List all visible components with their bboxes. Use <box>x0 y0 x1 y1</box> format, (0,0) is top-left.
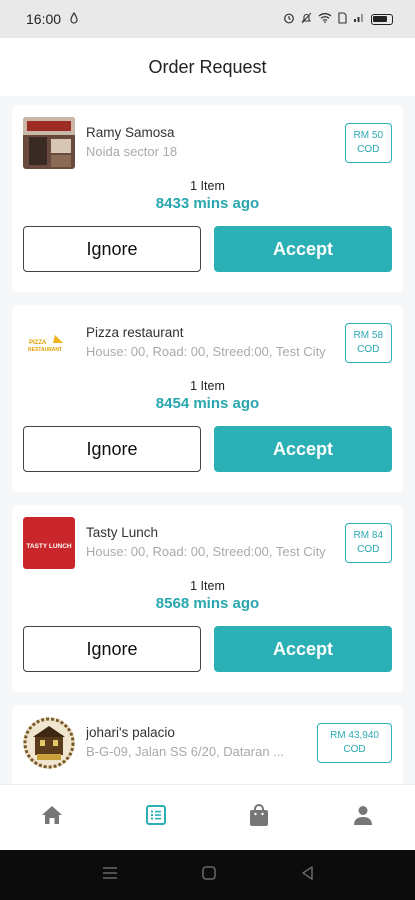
profile-icon <box>352 804 374 831</box>
ignore-button[interactable]: Ignore <box>23 426 201 472</box>
payment-method: COD <box>357 544 380 555</box>
home-button-icon[interactable] <box>201 865 217 886</box>
restaurant-address: House: 00, Road: 00, Streed:00, Test Cit… <box>86 544 326 559</box>
page-title: Order Request <box>148 56 267 77</box>
price-amount: RM 84 <box>353 530 383 541</box>
ignore-button[interactable]: Ignore <box>23 226 201 272</box>
order-time-ago: 8454 mins ago <box>155 395 260 412</box>
orders-list-icon <box>145 804 167 831</box>
signal-icon <box>353 12 365 26</box>
price-badge: RM 50 COD <box>344 123 392 163</box>
restaurant-name: johari's palacio <box>86 725 175 740</box>
accept-button[interactable]: Accept <box>214 426 392 472</box>
order-card: johari's palacio B-G-09, Jalan SS 6/20, … <box>12 705 403 784</box>
logo-text: TASTY LUNCH <box>26 543 72 550</box>
restaurant-name: Pizza restaurant <box>86 325 184 340</box>
restaurant-logo: PIZZA RESTAURANT <box>23 317 75 369</box>
sim-icon <box>338 11 347 27</box>
price-badge: RM 84 COD <box>344 523 392 563</box>
restaurant-logo <box>23 717 75 769</box>
restaurant-logo: TASTY LUNCH <box>23 517 75 569</box>
nav-home[interactable] <box>22 796 82 840</box>
order-card: TASTY LUNCH Tasty Lunch House: 00, Road:… <box>12 505 403 692</box>
price-amount: RM 58 <box>353 330 383 341</box>
item-count: 1 Item <box>190 379 225 393</box>
wifi-icon <box>318 12 332 26</box>
nav-profile[interactable] <box>333 796 393 840</box>
order-list[interactable]: Ramy Samosa Noida sector 18 RM 50 COD 1 … <box>0 96 415 784</box>
app-header: Order Request <box>0 38 415 96</box>
home-icon <box>40 804 64 831</box>
restaurant-name: Ramy Samosa <box>86 125 175 140</box>
bottom-nav <box>0 784 415 850</box>
restaurant-thumbnail <box>23 117 75 169</box>
status-time: 16:00 <box>26 11 62 27</box>
menu-icon[interactable] <box>101 866 119 885</box>
restaurant-address: House: 00, Road: 00, Streed:00, Test Cit… <box>86 344 326 359</box>
alarm-icon <box>283 12 295 27</box>
order-card: PIZZA RESTAURANT Pizza restaurant House:… <box>12 305 403 492</box>
ignore-button[interactable]: Ignore <box>23 626 201 672</box>
nav-orders[interactable] <box>126 796 186 840</box>
data-saver-icon <box>69 11 79 27</box>
restaurant-address: B-G-09, Jalan SS 6/20, Dataran ... <box>86 744 284 759</box>
price-badge: RM 43,940 COD <box>317 723 392 763</box>
payment-method: COD <box>357 144 380 155</box>
bell-icon <box>301 12 312 27</box>
item-count: 1 Item <box>190 179 225 193</box>
accept-button[interactable]: Accept <box>214 626 392 672</box>
shopping-bag-icon <box>248 803 270 832</box>
nav-shop[interactable] <box>229 796 289 840</box>
order-time-ago: 8433 mins ago <box>155 195 260 212</box>
back-icon[interactable] <box>300 865 314 886</box>
accept-button[interactable]: Accept <box>214 226 392 272</box>
logo-text-bottom: RESTAURANT <box>28 347 62 353</box>
status-bar: 16:00 <box>0 0 415 38</box>
restaurant-address: Noida sector 18 <box>86 144 178 159</box>
price-amount: RM 43,940 <box>330 730 379 741</box>
price-badge: RM 58 COD <box>344 323 392 363</box>
price-amount: RM 50 <box>353 130 383 141</box>
payment-method: COD <box>357 344 380 355</box>
system-nav-bar <box>0 850 415 900</box>
item-count: 1 Item <box>190 579 225 593</box>
payment-method: COD <box>343 744 366 755</box>
battery-icon <box>371 13 393 25</box>
logo-text-top: PIZZA <box>29 340 47 346</box>
order-time-ago: 8568 mins ago <box>155 595 260 612</box>
restaurant-name: Tasty Lunch <box>86 525 159 540</box>
order-card: Ramy Samosa Noida sector 18 RM 50 COD 1 … <box>12 105 403 292</box>
